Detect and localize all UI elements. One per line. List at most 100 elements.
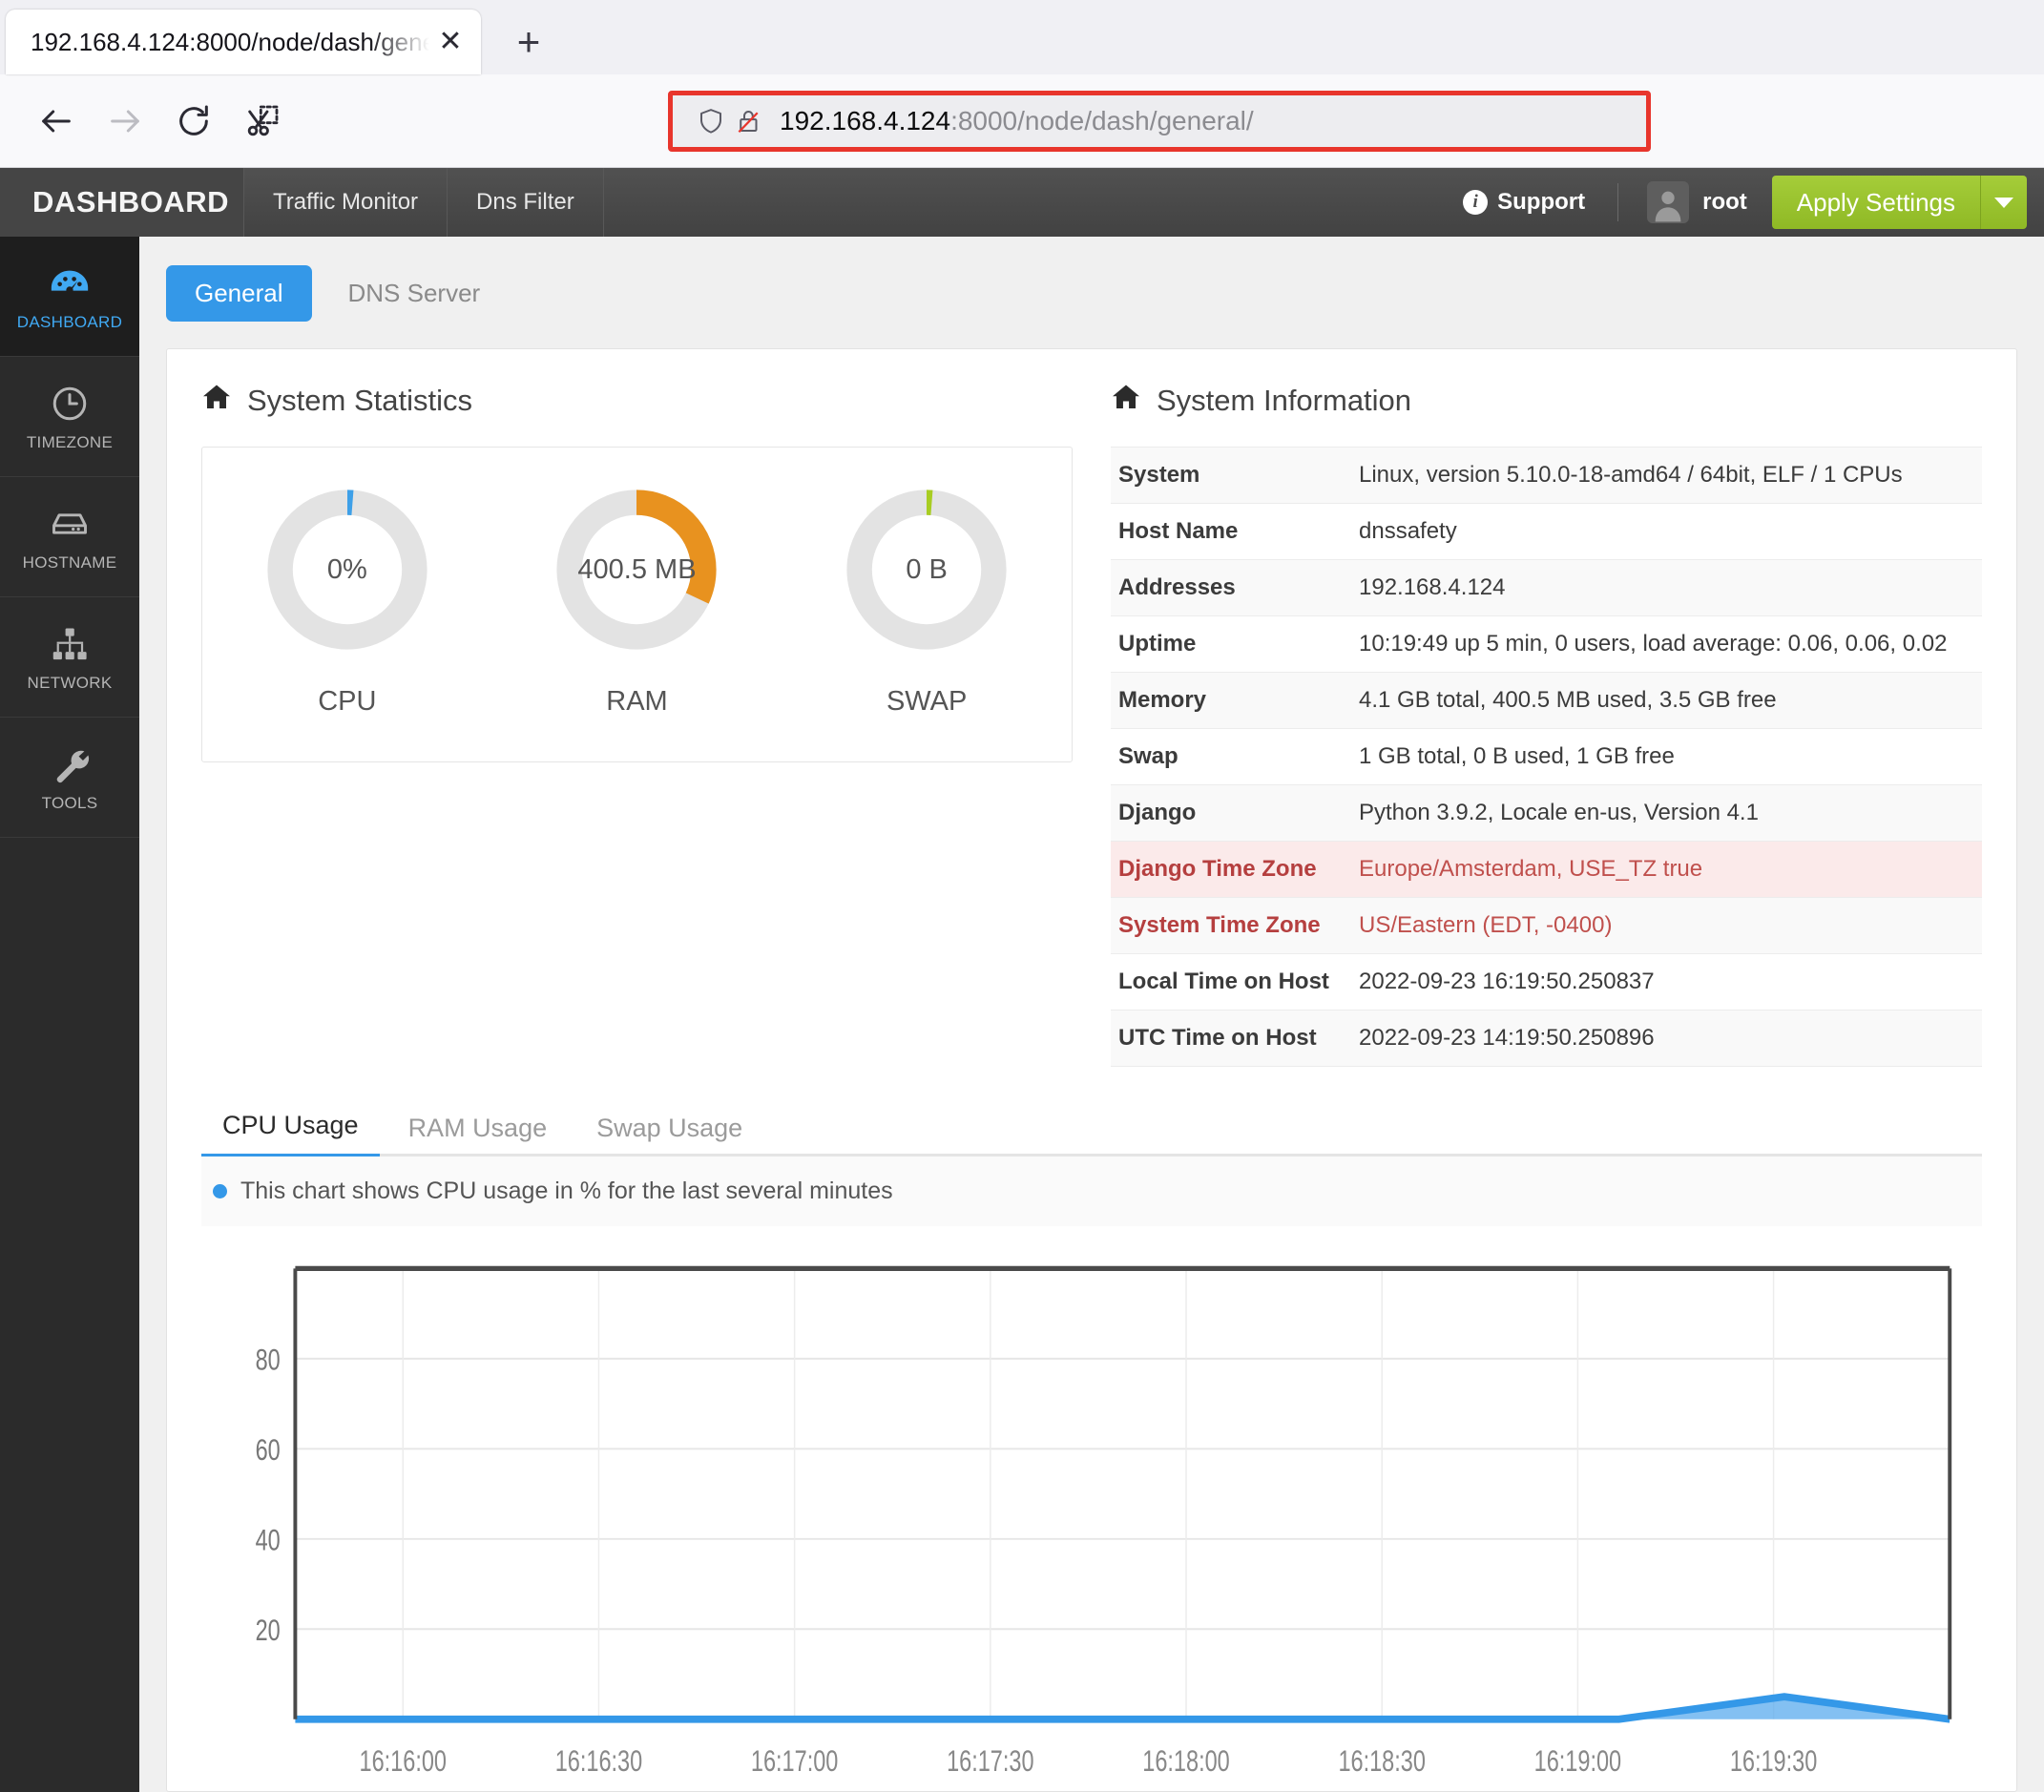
table-row: Memory 4.1 GB total, 400.5 MB used, 3.5 … bbox=[1111, 672, 1982, 729]
usage-tabs: CPU Usage RAM Usage Swap Usage bbox=[201, 1101, 1982, 1156]
support-label: Support bbox=[1497, 189, 1586, 215]
table-row: Django Time Zone Europe/Amsterdam, USE_T… bbox=[1111, 841, 1982, 898]
main-content: General DNS Server System Statistics 0% … bbox=[139, 237, 2044, 1792]
app-body: DASHBOARD TIMEZONE HOSTNAME NETWORK TOOL… bbox=[0, 237, 2044, 1792]
clock-icon bbox=[50, 382, 90, 426]
back-button[interactable] bbox=[27, 92, 86, 151]
sidebar-item-timezone[interactable]: TIMEZONE bbox=[0, 357, 139, 477]
row-value: 10:19:49 up 5 min, 0 users, load average… bbox=[1359, 631, 1948, 656]
url-text: 192.168.4.124:8000/node/dash/general/ bbox=[780, 106, 1254, 136]
panel-columns: System Statistics 0% CPU 400.5 MB RAM 0 … bbox=[201, 382, 1982, 1067]
tab-ram-usage[interactable]: RAM Usage bbox=[387, 1104, 569, 1156]
row-key: Memory bbox=[1118, 687, 1207, 713]
table-row: Django Python 3.9.2, Locale en-us, Versi… bbox=[1111, 784, 1982, 842]
row-value: US/Eastern (EDT, -0400) bbox=[1359, 912, 1613, 938]
system-statistics-heading: System Statistics bbox=[201, 382, 1073, 420]
gauge-icon bbox=[48, 261, 92, 305]
row-value: dnssafety bbox=[1359, 518, 1457, 544]
insecure-lock-icon[interactable] bbox=[730, 107, 768, 135]
row-key: System bbox=[1118, 462, 1200, 488]
new-tab-button[interactable]: + bbox=[502, 15, 555, 69]
gauge-ring: 0 B bbox=[843, 486, 1011, 654]
row-value: Linux, version 5.10.0-18-amd64 / 64bit, … bbox=[1359, 462, 1903, 488]
tab-cpu-usage[interactable]: CPU Usage bbox=[201, 1101, 380, 1156]
row-value: 2022-09-23 14:19:50.250896 bbox=[1359, 1025, 1655, 1051]
svg-text:60: 60 bbox=[256, 1433, 281, 1467]
screenshot-icon[interactable] bbox=[233, 92, 292, 151]
svg-text:16:18:00: 16:18:00 bbox=[1142, 1744, 1229, 1778]
cpu-usage-chart: 20 40 60 80 16:16:00 16:16:30 16:17:00 16:17:30… bbox=[201, 1226, 1982, 1791]
gauge-value: 400.5 MB bbox=[577, 553, 697, 585]
row-value: 1 GB total, 0 B used, 1 GB free bbox=[1359, 743, 1675, 769]
sidebar-item-label: TIMEZONE bbox=[26, 432, 114, 451]
reload-button[interactable] bbox=[164, 92, 223, 151]
svg-text:16:17:30: 16:17:30 bbox=[947, 1744, 1033, 1778]
address-bar[interactable]: 192.168.4.124:8000/node/dash/general/ bbox=[668, 90, 1651, 152]
table-row: Host Name dnssafety bbox=[1111, 504, 1982, 560]
sidebar-item-label: TOOLS bbox=[41, 793, 98, 812]
apply-settings-button[interactable]: Apply Settings bbox=[1771, 176, 1981, 229]
bullet-icon bbox=[213, 1184, 227, 1198]
wrench-icon bbox=[49, 742, 91, 786]
row-value: Python 3.9.2, Locale en-us, Version 4.1 bbox=[1359, 800, 1759, 825]
table-row: Swap 1 GB total, 0 B used, 1 GB free bbox=[1111, 729, 1982, 785]
sidebar-item-tools[interactable]: TOOLS bbox=[0, 718, 139, 838]
header-nav: Traffic Monitor Dns Filter bbox=[244, 168, 604, 237]
url-host: 192.168.4.124 bbox=[780, 105, 951, 135]
row-value: Europe/Amsterdam, USE_TZ true bbox=[1359, 856, 1703, 882]
support-button[interactable]: i Support bbox=[1430, 189, 1617, 216]
row-key: Addresses bbox=[1118, 574, 1236, 600]
username-label: root bbox=[1702, 189, 1747, 215]
close-icon[interactable]: ✕ bbox=[433, 25, 468, 59]
chart-note: This chart shows CPU usage in % for the … bbox=[201, 1156, 1982, 1226]
header-right: i Support root Apply Settings bbox=[1430, 168, 2044, 237]
apply-settings-dropdown[interactable] bbox=[1981, 176, 2027, 229]
sidebar-item-label: DASHBOARD bbox=[16, 312, 123, 331]
tab-swap-usage[interactable]: Swap Usage bbox=[575, 1104, 763, 1156]
sidebar-item-network[interactable]: NETWORK bbox=[0, 597, 139, 718]
nav-item-dns-filter[interactable]: Dns Filter bbox=[448, 168, 604, 237]
table-row: Uptime 10:19:49 up 5 min, 0 users, load … bbox=[1111, 616, 1982, 673]
user-menu[interactable]: root bbox=[1618, 181, 1772, 223]
table-row: System Linux, version 5.10.0-18-amd64 / … bbox=[1111, 447, 1982, 504]
row-key: UTC Time on Host bbox=[1118, 1025, 1317, 1051]
shield-icon[interactable] bbox=[692, 107, 730, 135]
info-icon: i bbox=[1463, 190, 1489, 215]
network-icon bbox=[49, 622, 91, 666]
gauge-label: CPU bbox=[318, 686, 377, 717]
browser-tabstrip: 192.168.4.124:8000/node/dash/gene ✕ + bbox=[0, 0, 2044, 74]
system-statistics-column: System Statistics 0% CPU 400.5 MB RAM 0 … bbox=[201, 382, 1073, 1067]
browser-tab[interactable]: 192.168.4.124:8000/node/dash/gene ✕ bbox=[6, 10, 481, 74]
row-key: Django Time Zone bbox=[1118, 856, 1317, 882]
row-value: 4.1 GB total, 400.5 MB used, 3.5 GB free bbox=[1359, 687, 1777, 713]
row-key: Django bbox=[1118, 800, 1197, 825]
table-row: Local Time on Host 2022-09-23 16:19:50.2… bbox=[1111, 954, 1982, 1011]
system-information-column: System Information System Linux, version… bbox=[1111, 382, 1982, 1067]
svg-text:40: 40 bbox=[256, 1523, 281, 1556]
nav-item-traffic-monitor[interactable]: Traffic Monitor bbox=[244, 168, 448, 237]
home-icon bbox=[201, 382, 232, 420]
sidebar-item-label: HOSTNAME bbox=[22, 552, 117, 572]
home-icon bbox=[1111, 382, 1141, 420]
browser-navbar: 192.168.4.124:8000/node/dash/general/ bbox=[0, 74, 2044, 168]
app-brand[interactable]: DASHBOARD bbox=[0, 168, 244, 237]
table-row: Addresses 192.168.4.124 bbox=[1111, 559, 1982, 616]
table-row: System Time Zone US/Eastern (EDT, -0400) bbox=[1111, 897, 1982, 954]
tab-dns-server[interactable]: DNS Server bbox=[320, 265, 510, 322]
row-value: 2022-09-23 16:19:50.250837 bbox=[1359, 969, 1655, 994]
browser-chrome: 192.168.4.124:8000/node/dash/gene ✕ + 19… bbox=[0, 0, 2044, 168]
forward-button bbox=[95, 92, 155, 151]
gauge-card: 0% CPU 400.5 MB RAM 0 B SWAP bbox=[201, 447, 1073, 762]
row-key: Uptime bbox=[1118, 631, 1197, 656]
sidebar: DASHBOARD TIMEZONE HOSTNAME NETWORK TOOL… bbox=[0, 237, 139, 1792]
avatar bbox=[1647, 181, 1690, 223]
sidebar-item-hostname[interactable]: HOSTNAME bbox=[0, 477, 139, 597]
tab-general[interactable]: General bbox=[166, 265, 312, 322]
app-header: DASHBOARD Traffic Monitor Dns Filter i S… bbox=[0, 168, 2044, 237]
gauge-ram: 400.5 MB RAM bbox=[553, 486, 720, 718]
browser-tab-title: 192.168.4.124:8000/node/dash/gene bbox=[31, 27, 433, 56]
chart-note-text: This chart shows CPU usage in % for the … bbox=[240, 1177, 893, 1204]
gauge-swap: 0 B SWAP bbox=[843, 486, 1011, 718]
sidebar-item-dashboard[interactable]: DASHBOARD bbox=[0, 237, 139, 357]
sidebar-item-label: NETWORK bbox=[27, 673, 113, 692]
